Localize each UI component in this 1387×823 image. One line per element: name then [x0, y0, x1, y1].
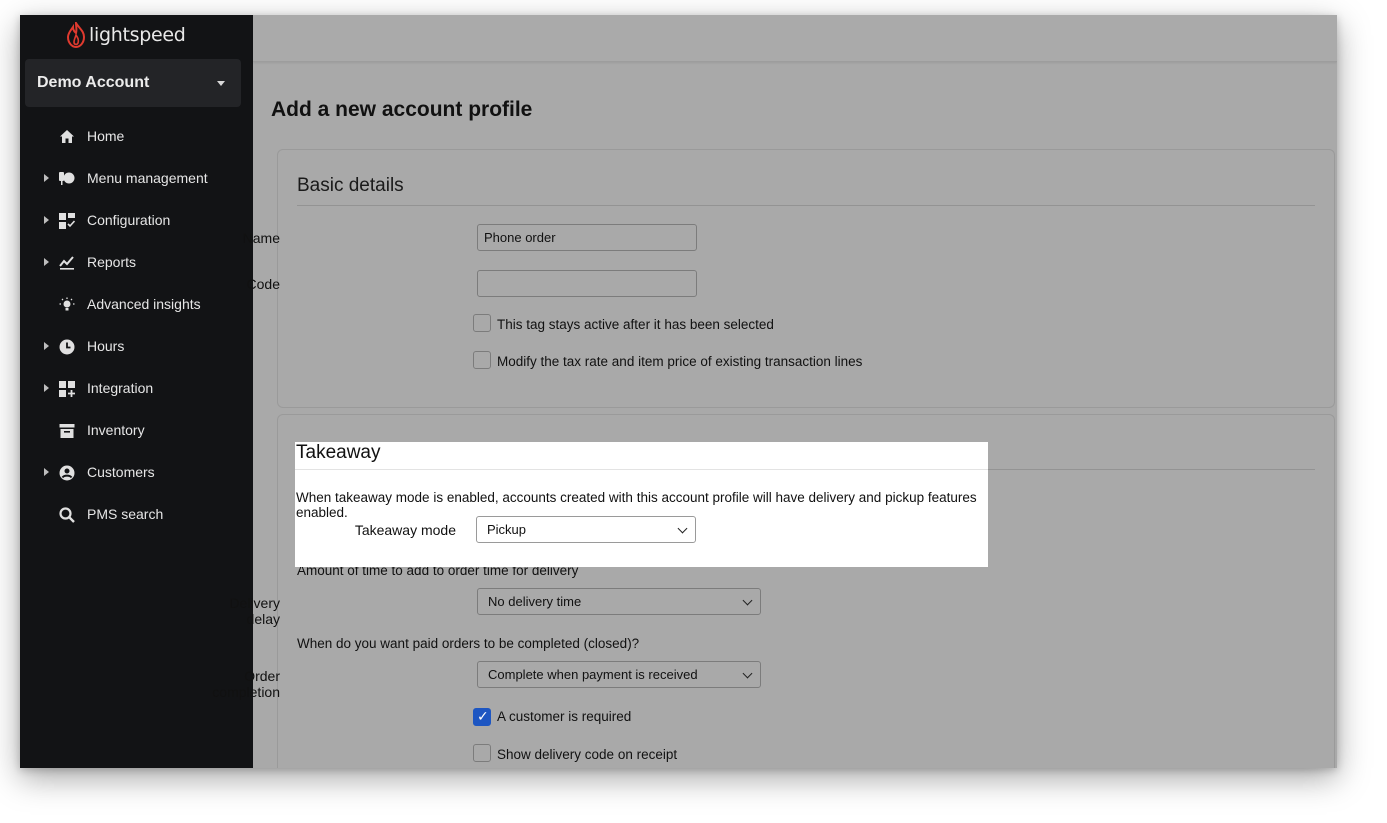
sidebar-nav: Home Menu management Configuration Repor… [20, 115, 253, 535]
customer-required-label: A customer is required [497, 709, 632, 724]
lightbulb-icon [58, 296, 75, 313]
reports-icon [58, 254, 75, 271]
flame-icon [66, 22, 86, 48]
section-title: Basic details [297, 175, 404, 196]
sidebar-item-label: Customers [87, 464, 155, 480]
clock-icon [58, 338, 75, 355]
order-completion-label: Order completion [212, 668, 280, 700]
sidebar-item-advanced-insights[interactable]: Advanced insights [20, 283, 253, 325]
sidebar-item-pms-search[interactable]: PMS search [20, 493, 253, 535]
chevron-down-icon [742, 595, 753, 606]
sidebar-item-label: Reports [87, 254, 137, 270]
sidebar-item-home[interactable]: Home [20, 115, 253, 157]
sticky-tag-checkbox[interactable] [473, 314, 491, 332]
section-title: Takeaway [296, 442, 381, 463]
brand-logo[interactable]: lightspeed [66, 21, 186, 49]
sidebar-item-label: Advanced insights [87, 296, 201, 312]
expand-arrow-icon [44, 216, 49, 224]
page-title: Add a new account profile [271, 98, 533, 121]
modify-tax-checkbox[interactable] [473, 351, 491, 369]
sidebar-item-label: Configuration [87, 212, 171, 228]
sidebar-item-configuration[interactable]: Configuration [20, 199, 253, 241]
sidebar-item-label: Integration [87, 380, 154, 396]
takeaway-highlight: Takeaway When takeaway mode is enabled, … [295, 442, 988, 567]
basic-details-card: Basic details Name Phone order Code This… [243, 149, 1335, 408]
sticky-tag-label: This tag stays active after it has been … [497, 317, 774, 332]
inventory-icon [58, 422, 75, 439]
brand-name: lightspeed [89, 24, 186, 46]
menu-management-icon [58, 170, 75, 187]
sidebar-item-integration[interactable]: Integration [20, 367, 253, 409]
configuration-icon [58, 212, 75, 229]
chevron-down-icon [677, 523, 688, 534]
takeaway-mode-value: Pickup [487, 522, 527, 537]
order-completion-help: When do you want paid orders to be compl… [297, 636, 640, 651]
code-label: Code [246, 276, 280, 292]
expand-arrow-icon [44, 342, 49, 350]
delivery-code-label: Show delivery code on receipt [497, 747, 678, 762]
sidebar-item-inventory[interactable]: Inventory [20, 409, 253, 451]
divider [297, 205, 1315, 206]
chevron-down-icon [742, 668, 753, 679]
takeaway-mode-label: Takeaway mode [354, 522, 456, 538]
home-icon [58, 128, 75, 145]
customer-required-checkbox[interactable] [473, 708, 491, 726]
modify-tax-label: Modify the tax rate and item price of ex… [497, 354, 863, 369]
sidebar-item-label: Inventory [87, 422, 145, 438]
sidebar-item-label: Home [87, 128, 125, 144]
account-name: Demo Account [37, 74, 150, 91]
app-window: lightspeed Demo Account Home Menu manage… [20, 15, 1337, 768]
name-label: Name [242, 230, 280, 246]
search-icon [58, 506, 75, 523]
takeaway-mode-select[interactable]: Pickup [476, 516, 696, 543]
sidebar-item-hours[interactable]: Hours [20, 325, 253, 367]
code-input[interactable] [477, 270, 697, 297]
sidebar-item-menu-management[interactable]: Menu management [20, 157, 253, 199]
name-input[interactable]: Phone order [477, 224, 697, 251]
sidebar-item-customers[interactable]: Customers [20, 451, 253, 493]
customer-icon [58, 464, 75, 481]
sidebar: lightspeed Demo Account Home Menu manage… [20, 15, 253, 768]
expand-arrow-icon [44, 384, 49, 392]
sidebar-item-reports[interactable]: Reports [20, 241, 253, 283]
integration-icon [58, 380, 75, 397]
delivery-delay-label: Delivery delay [229, 595, 280, 627]
expand-arrow-icon [44, 174, 49, 182]
delivery-code-checkbox[interactable] [473, 744, 491, 762]
expand-arrow-icon [44, 468, 49, 476]
account-switcher[interactable]: Demo Account [25, 59, 241, 107]
sidebar-item-label: Hours [87, 338, 125, 354]
delivery-delay-value: No delivery time [488, 594, 582, 609]
sidebar-item-label: Menu management [87, 170, 208, 186]
order-completion-select[interactable]: Complete when payment is received [477, 661, 761, 688]
order-completion-value: Complete when payment is received [488, 667, 698, 682]
main-content: Add a new account profile Basic details … [212, 15, 1337, 768]
sidebar-item-label: PMS search [87, 506, 164, 522]
delivery-delay-select[interactable]: No delivery time [477, 588, 761, 615]
expand-arrow-icon [44, 258, 49, 266]
divider [295, 469, 988, 470]
top-bar [253, 15, 1337, 62]
caret-down-icon [217, 81, 225, 86]
